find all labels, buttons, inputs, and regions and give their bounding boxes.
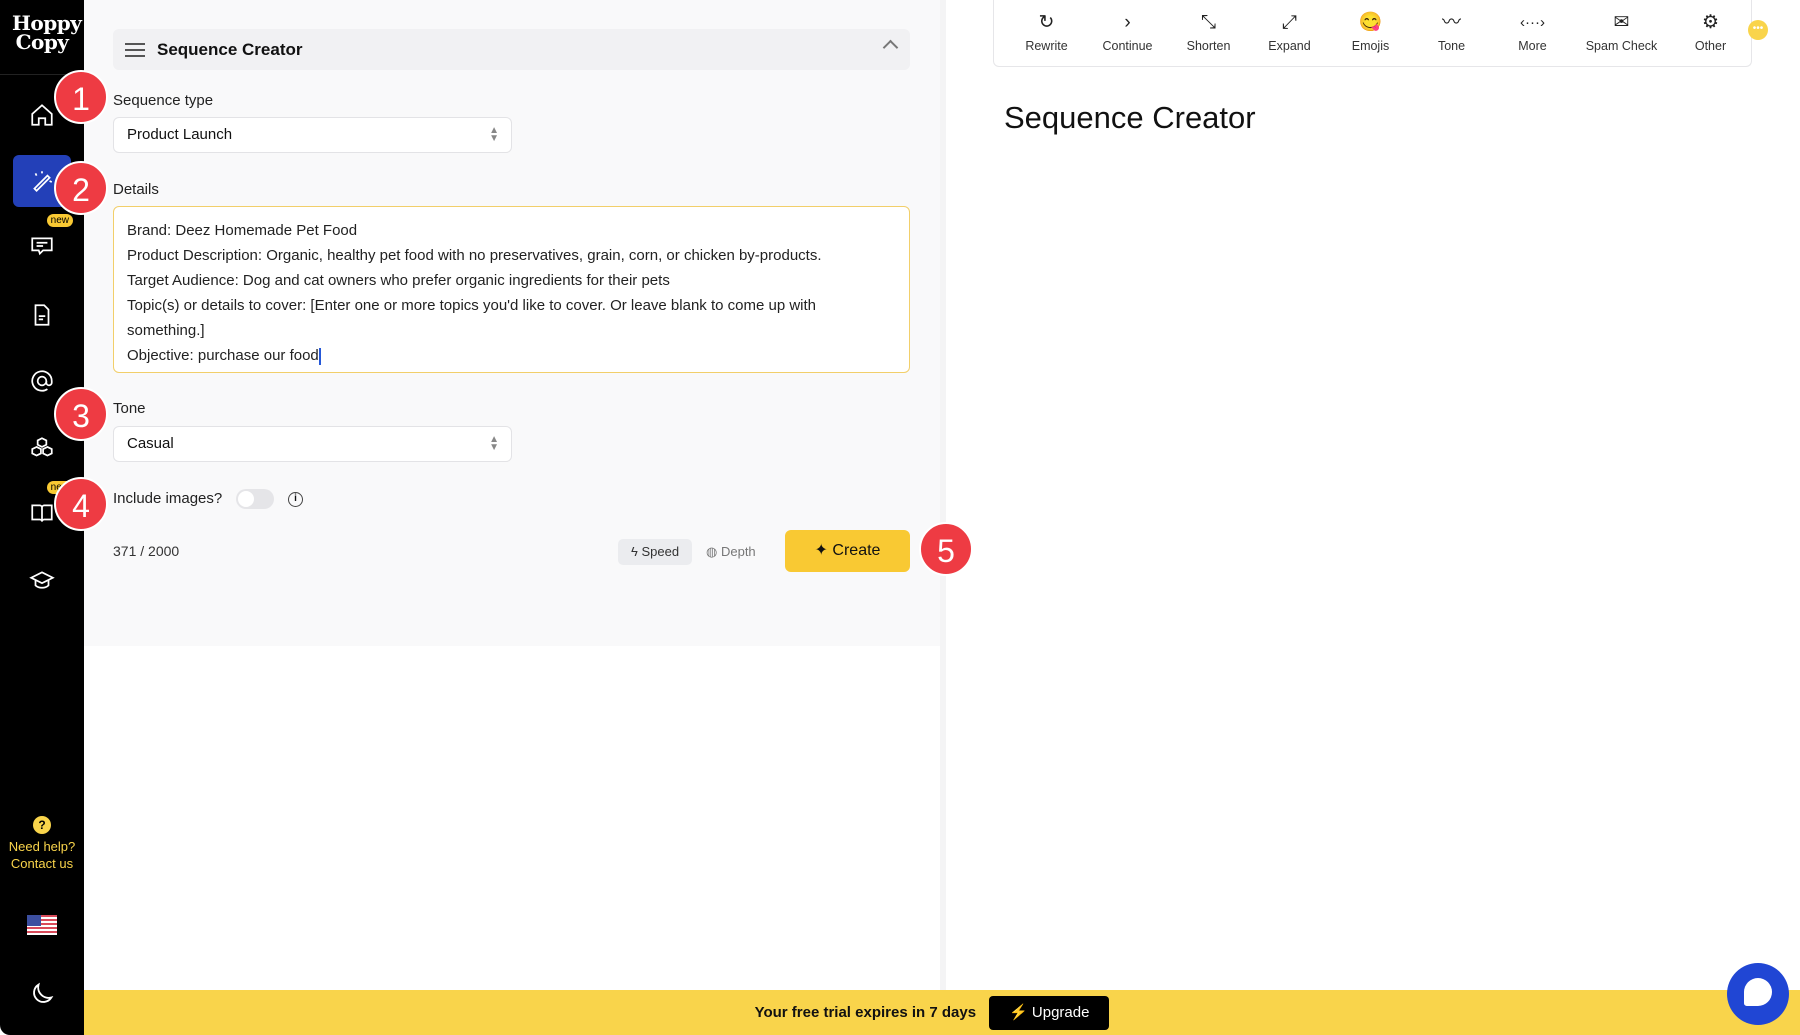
magic-wand-icon [33,171,53,192]
panel-header[interactable]: Sequence Creator [113,29,910,70]
annotation-marker: 4 [54,477,108,531]
help-contact-link[interactable]: ? Need help? Contact us [0,816,84,872]
char-count: 371 / 2000 [113,543,180,559]
editor-toolbar: ↻ Rewrite › Continue ⤡ Shorten ⤢ Expand 😋 Emo… [993,0,1752,67]
more-button[interactable]: ‹···› More [1492,0,1573,66]
details-line: Product Description: Organic, healthy pe… [127,247,822,264]
details-line: Target Audience: Dog and cat owners who … [127,272,670,289]
graduation-cap-icon [29,571,55,589]
code-dots-icon: ‹···› [1520,14,1545,31]
gear-icon: ⚙ [1701,12,1720,33]
details-label: Details [113,181,159,198]
details-line: Topic(s) or details to cover: [Enter one… [127,297,817,314]
trial-banner: Your free trial expires in 7 days ⚡ Upgr… [84,990,1800,1035]
lightning-icon: ϟ [630,544,642,559]
annotation-marker: 3 [54,387,108,441]
speed-mode-button[interactable]: ϟ Speed [618,539,692,565]
sequence-type-label: Sequence type [113,92,214,109]
details-textarea[interactable]: Brand: Deez Homemade Pet Food Product De… [113,206,910,373]
book-icon [31,504,53,522]
expand-button[interactable]: ⤢ Expand [1249,0,1330,66]
details-line: Brand: Deez Homemade Pet Food [127,222,358,239]
home-icon [31,104,53,126]
continue-button[interactable]: › Continue [1087,0,1168,66]
waveform-icon: 〰 [1441,12,1461,33]
details-line-last: Objective: purchase our food [127,347,321,365]
rewrite-button[interactable]: ↻ Rewrite [1006,0,1087,66]
shorten-button[interactable]: ⤡ Shorten [1168,0,1249,66]
create-button[interactable]: ✦ Create [785,530,910,572]
tone-select[interactable]: Casual ▲ ▼ [113,426,512,462]
chat-support-icon[interactable] [1727,963,1789,1025]
help-text: Need help? [8,839,76,854]
expand-icon: ⤢ [1281,12,1298,33]
brain-icon: ◍ [706,544,721,559]
upgrade-button[interactable]: ⚡ Upgrade [989,995,1110,1030]
select-arrows-icon: ▲ ▼ [489,434,499,453]
annotation-marker: 1 [54,70,108,124]
spam-envelope-icon: ✉ [1613,12,1630,33]
at-icon [31,370,53,392]
new-badge: new [46,214,73,227]
tone-button[interactable]: 〰 Tone [1411,0,1492,66]
menu-icon[interactable] [125,42,145,57]
include-images-label: Include images? [113,490,223,507]
editor-title: Sequence Creator [1004,100,1256,135]
sequence-type-select[interactable]: Product Launch ▲ ▼ [113,117,512,153]
depth-mode-button[interactable]: ◍ Depth [706,539,756,565]
us-flag-icon[interactable] [27,915,57,935]
details-line: something.] [127,322,205,339]
chevron-up-icon[interactable] [882,39,899,56]
sidebar-item-chat[interactable]: new [13,214,73,272]
cubes-icon [31,437,53,457]
moon-icon[interactable] [28,980,56,1008]
tone-label: Tone [113,400,146,417]
annotation-marker: 2 [54,161,108,215]
sidebar-item-learn[interactable] [13,555,71,607]
trial-message: Your free trial expires in 7 days [754,1004,977,1021]
help-icon: ? [33,816,51,834]
sparkles-icon: ✦ [814,542,833,559]
annotation-marker: 5 [919,522,973,576]
rewrite-icon: ↻ [1038,12,1055,33]
logo[interactable]: Hoppy Copy [0,13,84,52]
info-icon[interactable]: i [288,492,303,507]
panel-title: Sequence Creator [157,39,303,59]
shrink-icon: ⤡ [1200,12,1217,33]
chevron-right-icon: › [1124,12,1131,33]
emoji-icon: 😋 [1358,12,1383,33]
more-options-icon[interactable]: ••• [1748,20,1768,40]
sidebar-item-document[interactable] [13,289,71,341]
chat-icon [31,237,53,256]
document-icon [34,304,50,326]
divider [940,0,946,990]
select-arrows-icon: ▲ ▼ [489,125,499,144]
spam-check-button[interactable]: ✉ Spam Check [1573,0,1670,66]
text-caret [318,347,321,365]
include-images-toggle[interactable] [236,489,274,509]
other-button[interactable]: ⚙ Other [1670,0,1751,66]
emojis-button[interactable]: 😋 Emojis [1330,0,1411,66]
contact-text: Contact us [10,856,74,871]
